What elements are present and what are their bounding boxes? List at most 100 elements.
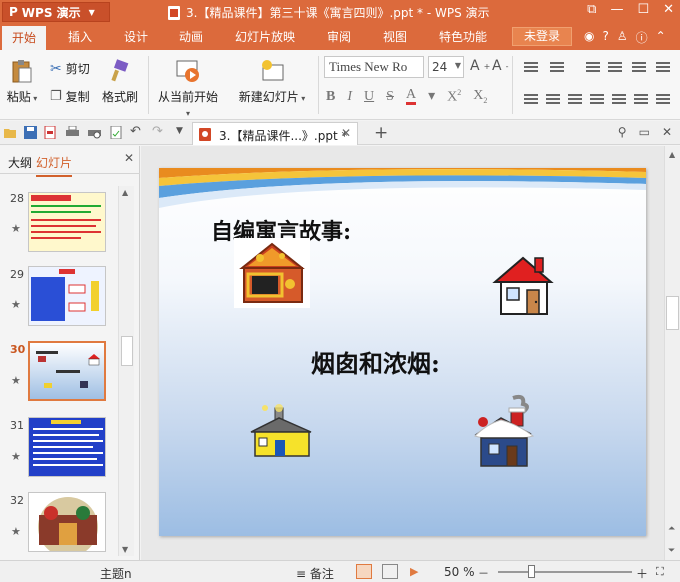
close-panel-icon[interactable]: ✕: [124, 151, 134, 165]
menu-bar: 开始 插入 设计 动画 幻灯片放映 审阅 视图 特色功能 未登录 ◉ ? ♙ ⓘ…: [0, 24, 680, 50]
scrollbar-thumb[interactable]: [121, 336, 133, 366]
columns-icon[interactable]: [634, 92, 648, 106]
align-left-icon[interactable]: [524, 92, 538, 106]
strikethrough-icon[interactable]: S: [386, 89, 394, 105]
open-folder-icon[interactable]: [4, 126, 17, 139]
login-button[interactable]: 未登录: [512, 27, 572, 46]
line-spacing-icon[interactable]: [632, 60, 646, 74]
align-center-icon[interactable]: [546, 92, 560, 106]
menu-tab-special[interactable]: 特色功能: [439, 28, 487, 45]
slide-thumbnail-30[interactable]: [28, 341, 106, 401]
tab-slides[interactable]: 幻灯片: [36, 154, 73, 177]
menu-tab-home[interactable]: 开始: [2, 26, 47, 50]
minimize-button[interactable]: —: [610, 2, 623, 17]
menu-tab-animation[interactable]: 动画: [179, 28, 203, 45]
subscript-icon[interactable]: X2: [473, 88, 487, 105]
slide-sorter-view-icon[interactable]: [382, 564, 398, 579]
play-slideshow-icon[interactable]: ▶: [410, 565, 418, 578]
yellow-house-image[interactable]: [249, 402, 315, 464]
minimize-doc-icon[interactable]: ▭: [639, 125, 650, 139]
skin-icon[interactable]: ♙: [617, 29, 628, 46]
save-icon[interactable]: [24, 126, 37, 139]
font-size-select[interactable]: 24 ▼: [428, 56, 464, 78]
maximize-button[interactable]: ☐: [637, 2, 649, 17]
wps-app-menu-button[interactable]: P WPS 演示 ▼: [2, 2, 110, 22]
slide-thumbnail-31[interactable]: [28, 417, 106, 477]
bullet-list-icon[interactable]: [524, 60, 538, 74]
print-preview-icon[interactable]: [88, 126, 101, 139]
red-roof-house-image[interactable]: [491, 254, 555, 318]
cut-button[interactable]: ✂ 剪切: [50, 60, 90, 77]
align-right-icon[interactable]: [568, 92, 582, 106]
previous-slide-icon[interactable]: ⏶: [668, 524, 675, 534]
scrollbar-thumb[interactable]: [666, 296, 679, 330]
justify-icon[interactable]: [590, 92, 604, 106]
distribute-icon[interactable]: [612, 92, 626, 106]
new-tab-button[interactable]: +: [374, 123, 388, 143]
slide-heading-2[interactable]: 烟囱和浓烟:: [311, 344, 440, 379]
shadow-icon[interactable]: ▾: [428, 88, 435, 105]
burning-house-image[interactable]: [234, 238, 310, 308]
snowy-house-smoke-image[interactable]: [473, 394, 537, 472]
slide-thumbnail-32[interactable]: [28, 492, 106, 552]
zoom-in-icon[interactable]: ＋: [636, 565, 648, 582]
theme-name[interactable]: 主题n: [100, 565, 132, 582]
zoom-out-icon[interactable]: －: [478, 565, 489, 581]
superscript-icon[interactable]: X2: [447, 88, 461, 106]
zoom-slider[interactable]: [498, 571, 632, 573]
next-slide-icon[interactable]: ⏷: [668, 546, 675, 556]
font-color-icon[interactable]: A: [405, 88, 417, 106]
tab-outline[interactable]: 大纲: [8, 154, 32, 171]
close-tab-icon[interactable]: ✕: [341, 126, 351, 140]
current-slide[interactable]: 自编寓言故事: 烟囱和浓烟:: [159, 168, 646, 536]
start-from-current-button[interactable]: 从当前开始 ▾: [156, 58, 220, 119]
redo-icon[interactable]: ↷: [152, 124, 163, 139]
text-direction-icon[interactable]: [656, 92, 670, 106]
shrink-font-icon[interactable]: A-: [492, 58, 508, 74]
numbered-list-icon[interactable]: [550, 60, 564, 74]
print-icon[interactable]: [66, 126, 79, 139]
fit-window-icon[interactable]: ⛶: [656, 565, 664, 579]
copy-button[interactable]: ❐ 复制: [50, 88, 90, 105]
info-icon[interactable]: ⓘ: [636, 29, 648, 46]
slide-editor-scrollbar[interactable]: ▲ ⏶ ⏷: [664, 146, 680, 560]
italic-icon[interactable]: I: [347, 89, 352, 105]
zoom-level[interactable]: 50 %: [444, 565, 475, 579]
decrease-indent-icon[interactable]: [586, 60, 600, 74]
restore-panel-icon[interactable]: ⧉: [587, 2, 596, 17]
sort-icon[interactable]: [656, 60, 670, 74]
pin-icon[interactable]: ⚲: [618, 125, 627, 139]
scroll-up-icon[interactable]: ▲: [669, 150, 675, 159]
close-button[interactable]: ✕: [663, 2, 674, 17]
scroll-down-icon[interactable]: ▼: [122, 545, 128, 554]
underline-icon[interactable]: U: [364, 89, 374, 105]
slides-panel-scrollbar[interactable]: ▲ ▼: [118, 186, 134, 556]
document-tab[interactable]: 3.【精品课件...》.ppt * ✕: [192, 122, 358, 145]
menu-tab-insert[interactable]: 插入: [68, 28, 92, 45]
menu-tab-view[interactable]: 视图: [383, 28, 407, 45]
bold-icon[interactable]: B: [326, 89, 335, 105]
font-name-select[interactable]: Times New Ro: [324, 56, 424, 78]
feedback-icon[interactable]: ◉: [584, 29, 594, 46]
format-painter-button[interactable]: 格式刷: [100, 58, 140, 105]
qat-customize-icon[interactable]: ▼: [176, 126, 183, 136]
normal-view-icon[interactable]: [356, 564, 372, 579]
undo-icon[interactable]: ↶: [130, 124, 141, 139]
help-icon[interactable]: ?: [602, 29, 608, 46]
menu-tab-slideshow[interactable]: 幻灯片放映: [235, 28, 295, 45]
increase-indent-icon[interactable]: [608, 60, 622, 74]
zoom-slider-knob[interactable]: [528, 565, 535, 578]
scroll-up-icon[interactable]: ▲: [122, 188, 128, 197]
paste-button[interactable]: 粘贴 ▾: [6, 58, 38, 105]
notes-button[interactable]: ≡ 备注: [296, 565, 334, 582]
grow-font-icon[interactable]: A +: [470, 58, 490, 74]
slide-thumbnail-28[interactable]: [28, 192, 106, 252]
menu-tab-review[interactable]: 审阅: [327, 28, 351, 45]
collapse-ribbon-icon[interactable]: ⌃: [656, 29, 666, 46]
menu-tab-design[interactable]: 设计: [124, 28, 148, 45]
new-slide-button[interactable]: 新建幻灯片 ▾: [236, 58, 308, 105]
spellcheck-icon[interactable]: [110, 126, 123, 139]
slide-thumbnail-29[interactable]: [28, 266, 106, 326]
export-pdf-icon[interactable]: [44, 126, 57, 139]
close-doc-icon[interactable]: ✕: [662, 125, 672, 139]
